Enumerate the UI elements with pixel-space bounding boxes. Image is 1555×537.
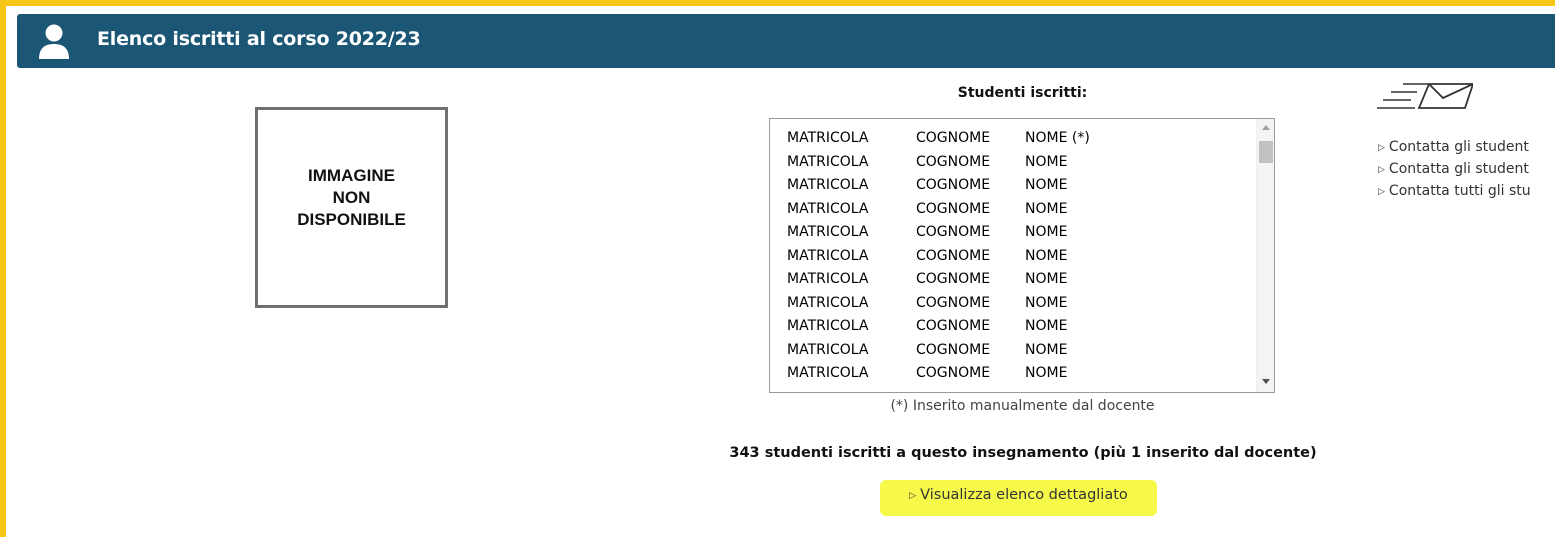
student-cognome: COGNOME bbox=[916, 341, 991, 358]
contact-item-label[interactable]: Contatta gli student bbox=[1389, 161, 1529, 177]
student-nome: NOME bbox=[1025, 294, 1068, 311]
student-matricola: MATRICOLA bbox=[787, 341, 869, 358]
student-cognome: COGNOME bbox=[916, 153, 991, 170]
student-nome: NOME bbox=[1025, 200, 1068, 217]
enrolled-count: 343 studenti iscritti a questo insegname… bbox=[729, 445, 1317, 461]
scroll-down-arrow-icon[interactable] bbox=[1262, 379, 1270, 384]
contact-list: ▷ Contatta gli student ▷ Contatta gli stud… bbox=[1378, 139, 1531, 205]
image-placeholder: IMMAGINE NON DISPONIBILE bbox=[255, 107, 448, 308]
student-matricola: MATRICOLA bbox=[787, 365, 869, 381]
student-matricola: MATRICOLA bbox=[787, 177, 869, 193]
contact-item[interactable]: ▷ Contatta gli student bbox=[1378, 139, 1531, 161]
scrollbar[interactable] bbox=[1256, 119, 1274, 392]
detailed-list-link[interactable]: ▷ Visualizza elenco dettagliato bbox=[880, 480, 1157, 516]
student-cognome: COGNOME bbox=[916, 318, 991, 334]
student-cognome: COGNOME bbox=[916, 294, 991, 311]
manual-insert-footnote: (*) Inserito manualmente dal docente bbox=[890, 398, 1155, 414]
student-nome: NOME bbox=[1025, 247, 1068, 264]
student-matricola: MATRICOLA bbox=[787, 318, 869, 334]
student-matricola: MATRICOLA bbox=[787, 200, 869, 217]
students-list[interactable]: MATRICOLA COGNOME NOME (*) MATRICOLA COGNOME… bbox=[769, 118, 1275, 393]
detailed-list-link-label[interactable]: Visualizza elenco dettagliato bbox=[920, 487, 1128, 503]
student-cognome: COGNOME bbox=[916, 200, 991, 217]
student-matricola: MATRICOLA bbox=[787, 224, 869, 240]
student-matricola: MATRICOLA bbox=[787, 247, 869, 264]
student-nome: NOME bbox=[1025, 341, 1068, 358]
triangle-right-icon: ▷ bbox=[1378, 143, 1385, 153]
triangle-right-icon: ▷ bbox=[909, 491, 917, 501]
user-icon bbox=[39, 24, 69, 59]
page-header: Elenco iscritti al corso 2022/23 bbox=[17, 14, 1555, 68]
student-nome: NOME bbox=[1025, 224, 1068, 240]
contact-item-label[interactable]: Contatta tutti gli stu bbox=[1389, 183, 1531, 199]
student-cognome: COGNOME bbox=[916, 247, 991, 264]
student-cognome: COGNOME bbox=[916, 177, 991, 193]
student-cognome: COGNOME bbox=[916, 224, 991, 240]
student-cognome: COGNOME bbox=[916, 130, 991, 146]
send-mail-icon bbox=[1377, 83, 1473, 109]
student-cognome: COGNOME bbox=[916, 271, 991, 287]
triangle-right-icon: ▷ bbox=[1378, 187, 1385, 197]
contact-item-label[interactable]: Contatta gli student bbox=[1389, 139, 1529, 155]
student-nome: NOME bbox=[1025, 177, 1068, 193]
triangle-right-icon: ▷ bbox=[1378, 165, 1385, 175]
contact-item[interactable]: ▷ Contatta tutti gli stu bbox=[1378, 183, 1531, 205]
student-nome: NOME bbox=[1025, 318, 1068, 334]
student-nome: NOME bbox=[1025, 365, 1068, 381]
scroll-up-arrow-icon[interactable] bbox=[1262, 125, 1270, 130]
student-nome: NOME (*) bbox=[1025, 130, 1090, 146]
student-matricola: MATRICOLA bbox=[787, 271, 869, 287]
student-matricola: MATRICOLA bbox=[787, 294, 869, 311]
scrollbar-thumb[interactable] bbox=[1259, 141, 1273, 163]
student-nome: NOME bbox=[1025, 153, 1068, 170]
page-title: Elenco iscritti al corso 2022/23 bbox=[97, 28, 421, 50]
image-placeholder-text: IMMAGINE NON DISPONIBILE bbox=[297, 165, 406, 229]
contact-item[interactable]: ▷ Contatta gli student bbox=[1378, 161, 1531, 183]
student-matricola: MATRICOLA bbox=[787, 153, 869, 170]
student-cognome: COGNOME bbox=[916, 365, 991, 381]
student-matricola: MATRICOLA bbox=[787, 130, 869, 146]
students-title: Studenti iscritti: bbox=[957, 85, 1088, 101]
student-nome: NOME bbox=[1025, 271, 1068, 287]
